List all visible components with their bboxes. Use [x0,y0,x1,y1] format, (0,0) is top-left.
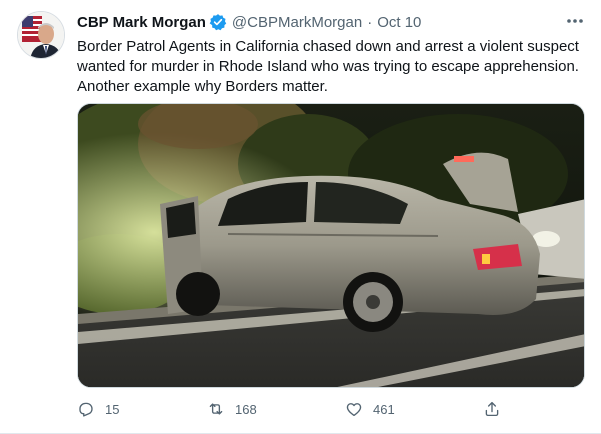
like-button[interactable]: 461 [345,397,395,421]
verified-badge-icon [209,13,227,31]
retweet-icon [209,403,223,415]
reply-count: 15 [105,401,120,417]
reply-button[interactable]: 15 [77,397,119,421]
author-name[interactable]: CBP Mark Morgan [77,14,206,31]
tweet-card[interactable]: CBP Mark Morgan @CBPMarkMorgan · Oct 10 … [0,0,601,434]
reply-icon [79,402,93,417]
more-options-icon[interactable] [565,12,585,30]
share-icon [485,401,499,417]
retweet-count: 168 [235,401,257,417]
tweet-actions: 15 168 461 [77,397,587,421]
like-count: 461 [373,401,395,417]
separator-dot: · [367,13,373,31]
tweet-header: CBP Mark Morgan @CBPMarkMorgan · Oct 10 [77,12,571,32]
retweet-button[interactable]: 168 [207,397,257,421]
tweet-text: Border Patrol Agents in California chase… [77,38,579,95]
share-button[interactable] [483,397,511,421]
author-avatar[interactable] [17,11,65,59]
tweet-date[interactable]: Oct 10 [377,14,421,31]
tweet-media-photo[interactable] [77,103,585,388]
heart-icon [346,403,362,417]
author-handle[interactable]: @CBPMarkMorgan [232,14,362,31]
